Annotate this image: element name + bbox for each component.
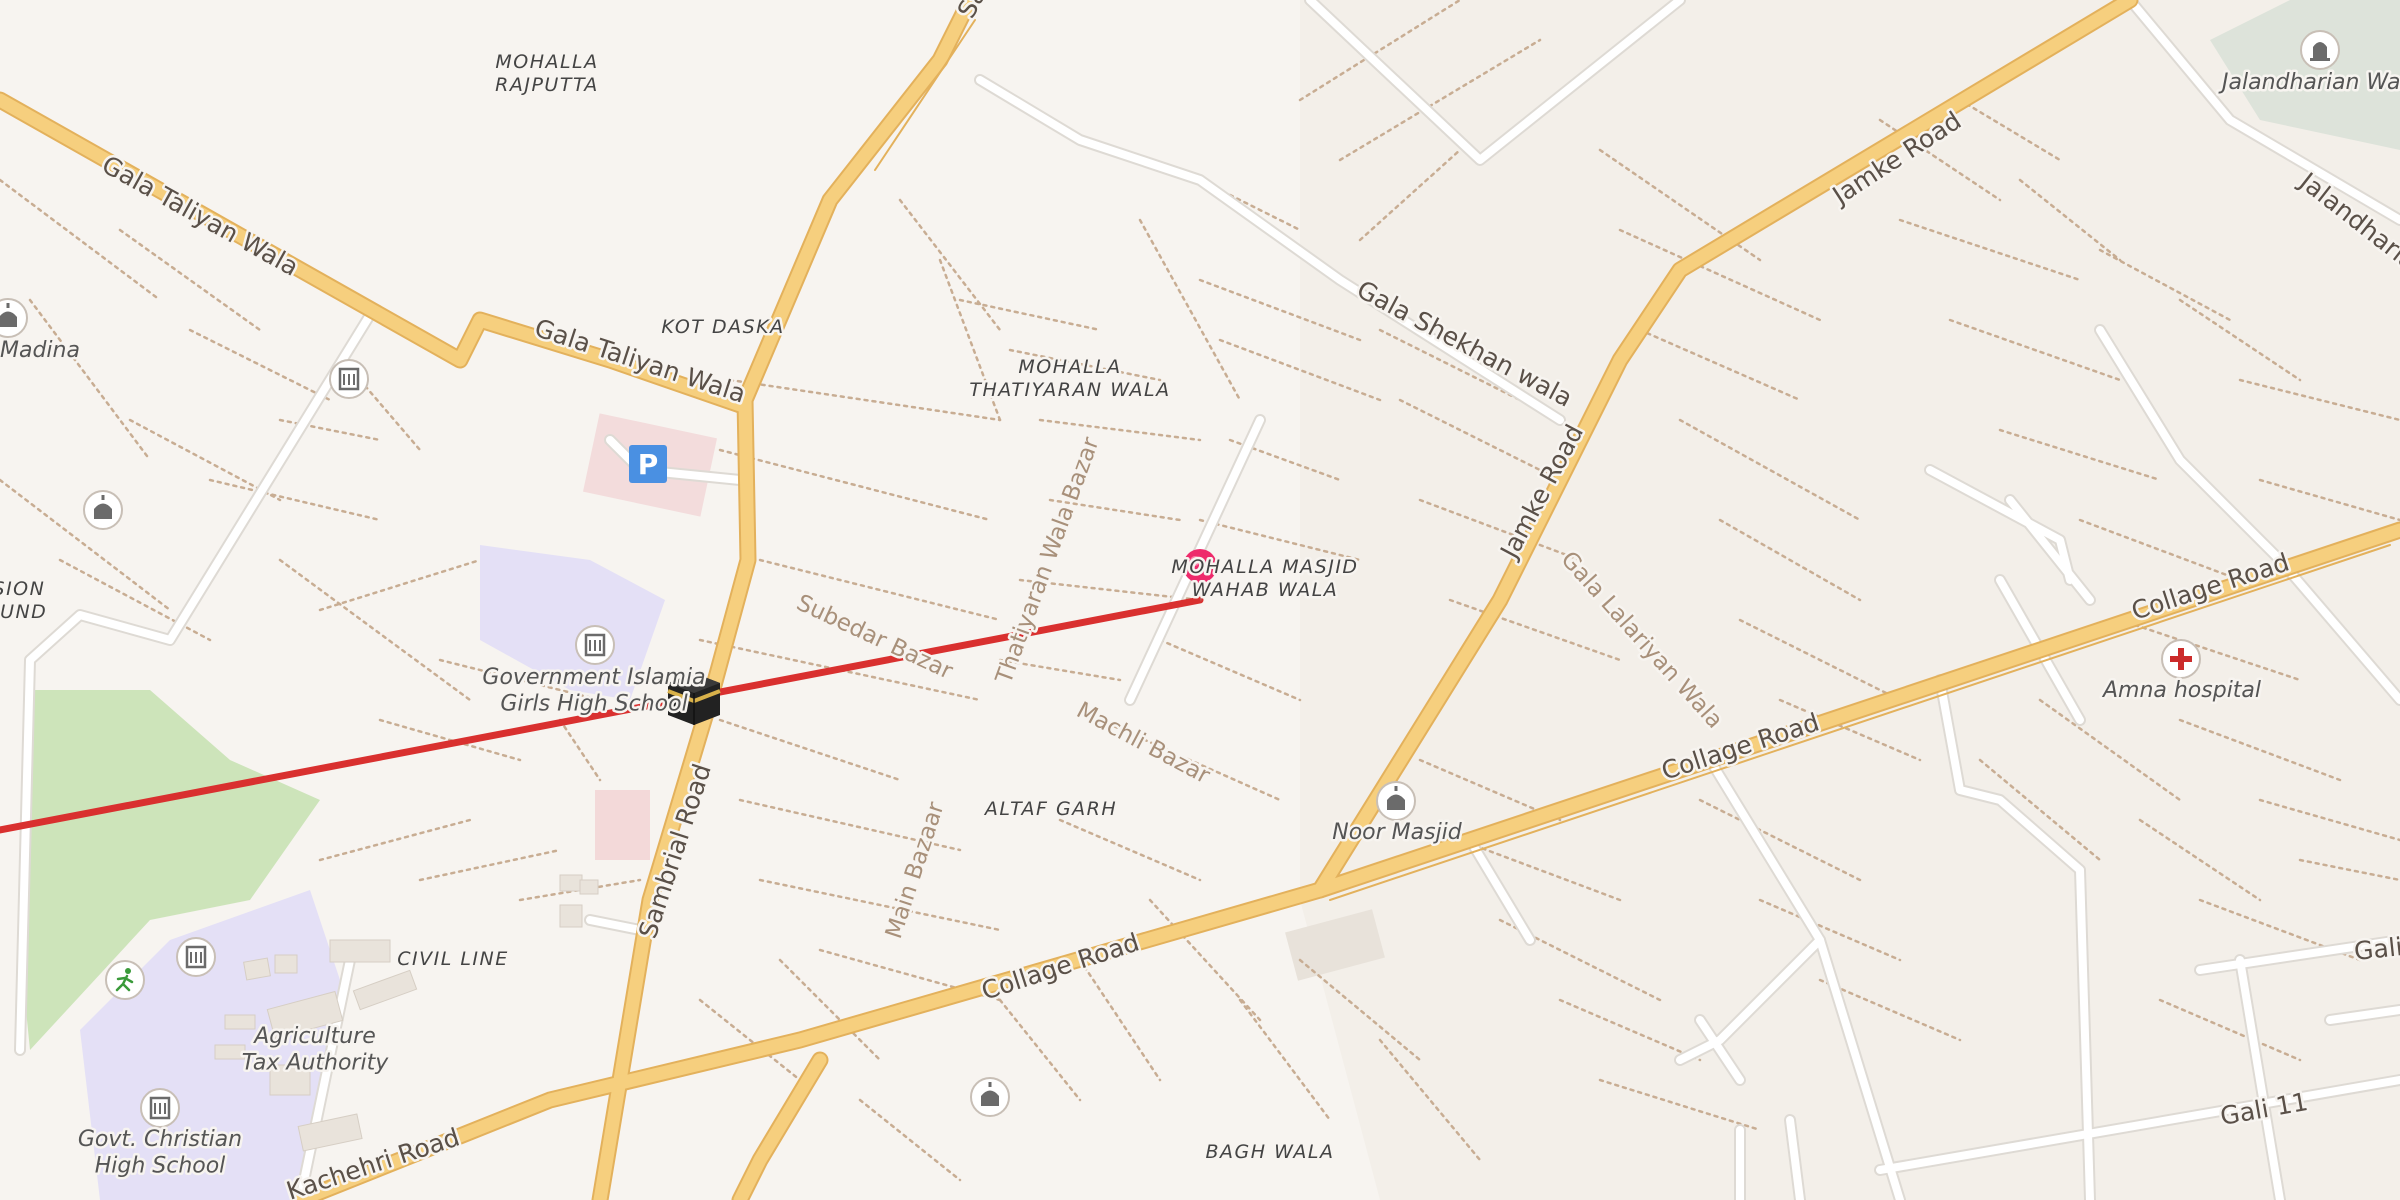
poi-label: Government Islamia Girls High School [482, 665, 705, 716]
area-label: MISSIONGROUND [0, 578, 47, 623]
poi-label: Amna hospital [2101, 678, 2261, 703]
mosque-icon[interactable] [1376, 781, 1416, 821]
map-canvas[interactable]: P Gala Taliyan Wala Gala Taliyan Wala Sa… [0, 0, 2400, 1200]
area-label: MOHALLA RAJPUTTA [495, 51, 599, 96]
school-icon[interactable] [329, 359, 369, 399]
road-label: Gali [2353, 932, 2400, 966]
poi-label: Madina [0, 338, 80, 363]
area-label: ALTAF GARH [983, 798, 1117, 820]
school-icon[interactable] [176, 937, 216, 977]
parking-letter: P [638, 448, 659, 481]
hospital-cross-icon[interactable] [2161, 639, 2201, 679]
parking-icon[interactable]: P [629, 445, 667, 483]
area-label: CIVIL LINE [397, 948, 509, 970]
school-icon[interactable] [575, 625, 615, 665]
mosque-icon[interactable] [83, 490, 123, 530]
poi-label: Noor Masjid [1332, 820, 1463, 845]
area-label: MOHALLA MASJID WAHAB WALA [1171, 556, 1358, 601]
poi-label: Agriculture Tax Authority [242, 1024, 389, 1075]
tombstone-icon[interactable] [2300, 30, 2340, 70]
school-icon[interactable] [140, 1088, 180, 1128]
mosque-icon[interactable] [970, 1077, 1010, 1117]
poi-label: Jalandharian Wala [2218, 70, 2400, 95]
area-label: KOT DASKA [661, 316, 784, 338]
area-label: BAGH WALA [1205, 1141, 1334, 1163]
running-person-icon[interactable] [105, 960, 145, 1000]
poi-label: Govt. Christian High School [78, 1127, 242, 1178]
